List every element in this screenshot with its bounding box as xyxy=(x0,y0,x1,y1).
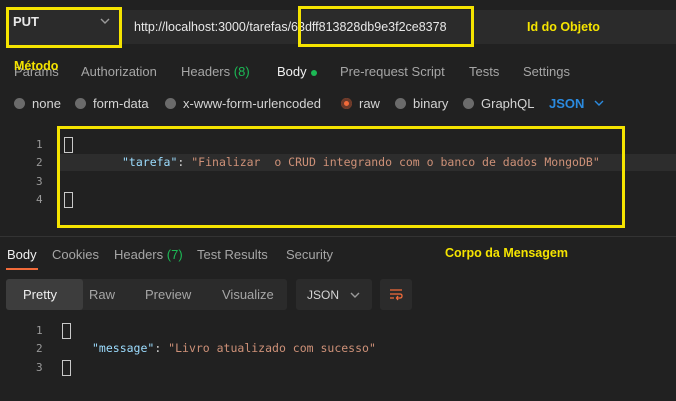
body-format-label: JSON xyxy=(549,96,585,111)
body-type-options: none form-data x-www-form-urlencoded raw… xyxy=(0,96,676,116)
radio-none[interactable]: none xyxy=(14,96,61,111)
radio-binary[interactable]: binary xyxy=(395,96,448,111)
tab-body-label: Body xyxy=(277,64,307,79)
radio-label: GraphQL xyxy=(481,96,535,111)
view-preview[interactable]: Preview xyxy=(145,287,191,302)
radio-circle-icon xyxy=(395,98,406,109)
tab-headers-label: Headers xyxy=(181,64,231,79)
request-tabs: Params Authorization Headers (8) Body Pr… xyxy=(0,60,676,84)
radio-label: raw xyxy=(359,96,380,111)
active-dot-icon xyxy=(310,69,317,76)
request-bar: http://localhost:3000/tarefas/63dff81382… xyxy=(0,0,676,52)
annotation-id-objeto: Id do Objeto xyxy=(527,20,600,34)
radio-form-data[interactable]: form-data xyxy=(75,96,149,111)
response-body-viewer[interactable]: 1 2 3 "message": "Livro atualizado com s… xyxy=(0,318,676,388)
tab-pre-request-script[interactable]: Pre-request Script xyxy=(340,64,445,79)
tab-settings[interactable]: Settings xyxy=(523,64,570,79)
line-number: 2 xyxy=(36,342,43,355)
tab-response-headers[interactable]: Headers (7) xyxy=(114,247,183,262)
tab-test-results[interactable]: Test Results xyxy=(197,247,268,262)
radio-circle-icon xyxy=(14,98,25,109)
annotation-corpo-mensagem: Corpo da Mensagem xyxy=(445,246,568,260)
pane-divider[interactable] xyxy=(0,236,676,237)
radio-label: x-www-form-urlencoded xyxy=(183,96,321,111)
line-number: 4 xyxy=(36,193,43,206)
radio-circle-icon xyxy=(463,98,474,109)
url-base: http://localhost:3000/tarefas/ xyxy=(134,20,292,34)
body-format-select[interactable]: JSON xyxy=(549,96,606,111)
open-brace-icon xyxy=(62,323,71,339)
tab-response-headers-label: Headers xyxy=(114,247,164,262)
annotation-metodo: Método xyxy=(14,59,59,73)
line-number: 3 xyxy=(36,175,43,188)
radio-label: binary xyxy=(413,96,449,111)
radio-raw[interactable]: raw xyxy=(341,96,380,111)
radio-circle-icon xyxy=(165,98,176,109)
response-format-select[interactable]: JSON xyxy=(296,279,372,310)
chevron-down-icon xyxy=(350,292,360,298)
json-value: "Livro atualizado com sucesso" xyxy=(168,341,376,355)
method-label: PUT xyxy=(13,14,39,29)
line-number: 1 xyxy=(36,324,43,337)
tab-cookies[interactable]: Cookies xyxy=(52,247,99,262)
view-raw[interactable]: Raw xyxy=(89,287,115,302)
line-number: 2 xyxy=(36,156,43,169)
radio-selected-icon xyxy=(341,98,352,109)
wrap-lines-button[interactable] xyxy=(380,279,412,310)
tab-response-headers-count: (7) xyxy=(166,247,183,262)
tab-tests[interactable]: Tests xyxy=(469,64,499,79)
wrap-lines-icon xyxy=(390,289,403,301)
radio-graphql[interactable]: GraphQL xyxy=(463,96,534,111)
radio-circle-icon xyxy=(75,98,86,109)
chevron-down-icon xyxy=(594,100,604,106)
view-mode-control: Pretty Raw Preview Visualize xyxy=(6,279,287,310)
view-visualize[interactable]: Visualize xyxy=(222,287,274,302)
tab-authorization[interactable]: Authorization xyxy=(81,64,157,79)
id-annotation-box xyxy=(298,6,474,47)
radio-label: form-data xyxy=(93,96,149,111)
method-select[interactable]: PUT xyxy=(6,7,122,48)
view-pretty[interactable]: Pretty xyxy=(23,287,57,302)
tab-security[interactable]: Security xyxy=(286,247,333,262)
tab-response-body[interactable]: Body xyxy=(7,247,37,262)
chevron-down-icon xyxy=(99,14,111,33)
line-number: 3 xyxy=(36,361,43,374)
json-colon: : xyxy=(154,341,169,355)
json-key: "message" xyxy=(92,341,155,355)
tab-headers-count: (8) xyxy=(233,64,250,79)
response-format-label: JSON xyxy=(307,288,340,302)
radio-label: none xyxy=(32,96,61,111)
body-annotation-box xyxy=(57,126,625,228)
code-line: "message": "Livro atualizado com sucesso… xyxy=(92,341,376,355)
tab-body[interactable]: Body xyxy=(277,64,317,79)
radio-x-www-form-urlencoded[interactable]: x-www-form-urlencoded xyxy=(165,96,321,111)
response-tabs: Body Cookies Headers (7) Test Results Se… xyxy=(0,246,676,273)
close-brace-icon xyxy=(62,360,71,376)
line-number: 1 xyxy=(36,138,43,151)
active-tab-underline xyxy=(6,268,38,270)
tab-headers[interactable]: Headers (8) xyxy=(181,64,250,79)
